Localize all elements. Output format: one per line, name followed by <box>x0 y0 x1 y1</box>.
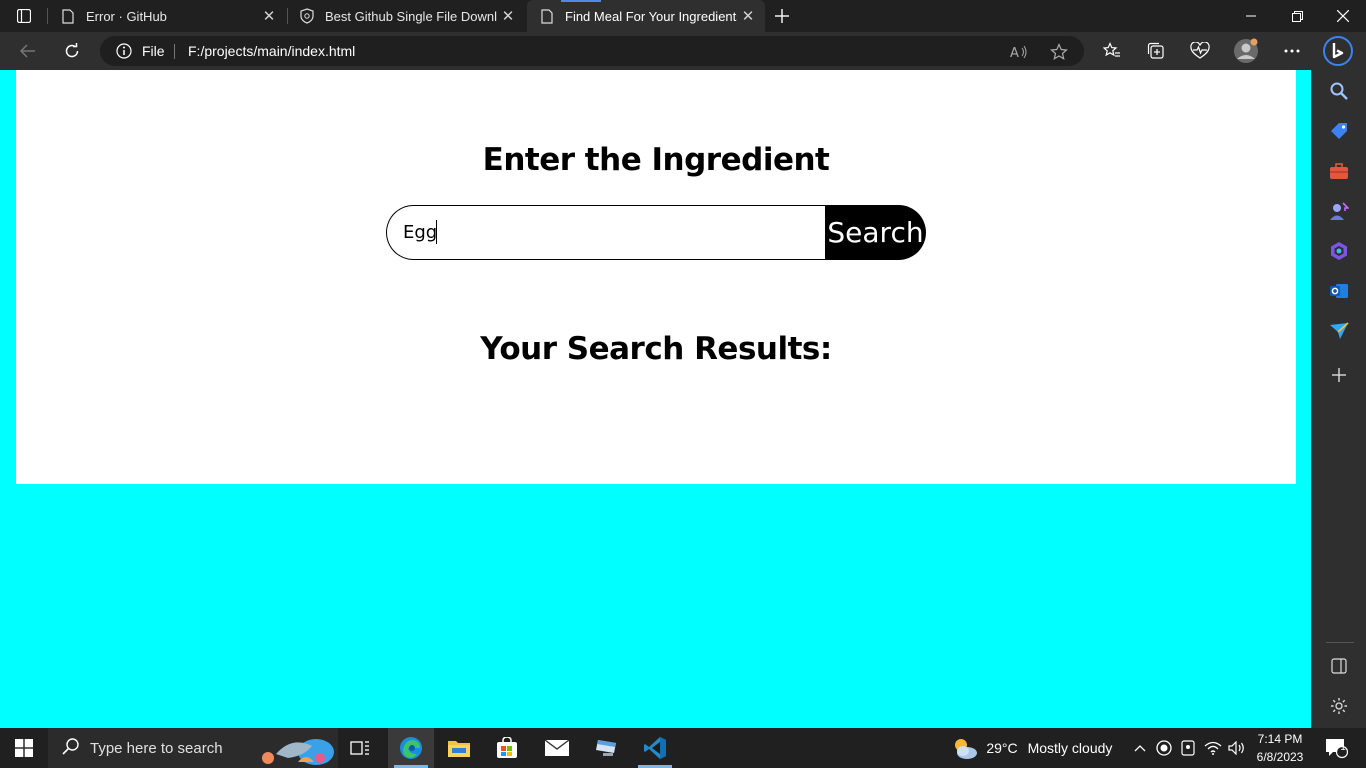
page-icon <box>60 8 76 24</box>
sidebar-divider <box>1326 642 1354 643</box>
notification-count-badge: 1 <box>1340 742 1346 753</box>
search-form: Search <box>386 205 926 260</box>
send-drop-icon[interactable] <box>1328 320 1350 342</box>
minimize-icon[interactable] <box>1228 0 1274 32</box>
page-icon <box>539 8 555 24</box>
search-highlight-illustration-icon <box>258 732 336 768</box>
search-icon[interactable] <box>1328 80 1350 102</box>
browser-essentials-icon[interactable] <box>1186 37 1214 65</box>
read-aloud-icon[interactable]: A <box>1008 42 1030 62</box>
taskbar-clock[interactable]: 7:14 PM 6/8/2023 <box>1248 730 1312 766</box>
chevron-up-icon[interactable] <box>1130 728 1150 768</box>
meet-now-icon[interactable] <box>1178 728 1198 768</box>
close-icon[interactable]: ✕ <box>737 5 759 27</box>
vscode-icon[interactable] <box>632 728 678 768</box>
bing-copilot-icon[interactable] <box>1318 34 1358 68</box>
settings-gear-icon[interactable] <box>1328 695 1350 717</box>
browser-toolbar: File F:/projects/main/index.html A <box>0 32 1366 70</box>
favorite-star-icon[interactable] <box>1048 42 1070 62</box>
windows-start-icon[interactable] <box>0 728 48 768</box>
info-icon[interactable] <box>116 43 132 62</box>
shopping-tag-icon[interactable] <box>1328 120 1350 142</box>
sidebar-toggle-icon[interactable] <box>1328 655 1350 677</box>
text-caret <box>436 220 437 244</box>
profile-avatar[interactable] <box>1232 37 1260 65</box>
microsoft-store-icon[interactable] <box>484 728 530 768</box>
results-heading: Your Search Results: <box>480 331 832 367</box>
weather-cloud-icon[interactable] <box>950 728 980 768</box>
content-card: Enter the Ingredient Search Your Search … <box>16 70 1296 484</box>
file-explorer-icon[interactable] <box>436 728 482 768</box>
edge-sidebar <box>1311 70 1366 728</box>
back-arrow-icon[interactable] <box>14 37 42 65</box>
weather-condition[interactable]: Mostly cloudy <box>1022 728 1118 768</box>
address-bar[interactable]: File F:/projects/main/index.html A <box>100 36 1084 66</box>
outlook-icon[interactable] <box>1328 280 1350 302</box>
search-button[interactable]: Search <box>825 205 926 260</box>
wifi-icon[interactable] <box>1202 728 1224 768</box>
tab-github-downloader[interactable]: Best Github Single File Downloac ✕ <box>287 0 525 32</box>
ingredient-search-input[interactable] <box>386 205 836 260</box>
shield-extension-icon <box>299 8 315 24</box>
clock-date: 6/8/2023 <box>1256 750 1304 764</box>
svg-text:A: A <box>1010 46 1019 60</box>
taskbar-search-box[interactable]: Type here to search <box>48 728 338 768</box>
volume-icon[interactable] <box>1226 728 1248 768</box>
weather-temperature[interactable]: 29°C <box>982 728 1022 768</box>
record-icon[interactable] <box>1154 728 1174 768</box>
tab-title: Best Github Single File Downloac <box>325 8 497 24</box>
tools-briefcase-icon[interactable] <box>1328 160 1350 182</box>
browser-tab-bar: Error · GitHub ✕ Best Github Single File… <box>0 0 1366 32</box>
edge-browser-icon[interactable] <box>388 728 434 768</box>
close-icon[interactable]: ✕ <box>497 5 519 27</box>
office-icon[interactable] <box>1328 240 1350 262</box>
tab-title: Error · GitHub <box>86 8 167 24</box>
tab-actions-icon[interactable] <box>10 6 38 26</box>
clock-time: 7:14 PM <box>1257 732 1303 746</box>
tab-error-github[interactable]: Error · GitHub ✕ <box>48 0 286 32</box>
favorites-icon[interactable] <box>1098 37 1126 65</box>
mail-icon[interactable] <box>534 728 580 768</box>
search-icon <box>62 737 80 759</box>
remote-desktop-icon[interactable] <box>584 728 630 768</box>
add-sidebar-app-icon[interactable] <box>1328 364 1350 386</box>
refresh-icon[interactable] <box>58 37 86 65</box>
notification-center-icon[interactable]: 1 <box>1318 728 1354 768</box>
close-icon[interactable]: ✕ <box>258 5 280 27</box>
url-text[interactable]: F:/projects/main/index.html <box>188 43 355 59</box>
page-title: Enter the Ingredient <box>482 142 830 178</box>
new-tab-plus-icon[interactable] <box>770 4 794 28</box>
url-scheme-label: File <box>142 43 165 59</box>
address-divider <box>174 44 175 59</box>
tab-title: Find Meal For Your Ingredients <box>565 8 737 24</box>
windows-taskbar: Type here to search 29°C Mostly cloudy 7… <box>0 728 1366 768</box>
task-view-icon[interactable] <box>340 728 380 768</box>
taskbar-search-placeholder: Type here to search <box>90 739 223 757</box>
close-window-icon[interactable] <box>1320 0 1366 32</box>
more-options-icon[interactable] <box>1278 37 1306 65</box>
restore-icon[interactable] <box>1274 0 1320 32</box>
games-icon[interactable] <box>1328 200 1350 222</box>
collections-icon[interactable] <box>1142 37 1170 65</box>
tab-find-meal[interactable]: Find Meal For Your Ingredients ✕ <box>527 0 765 32</box>
